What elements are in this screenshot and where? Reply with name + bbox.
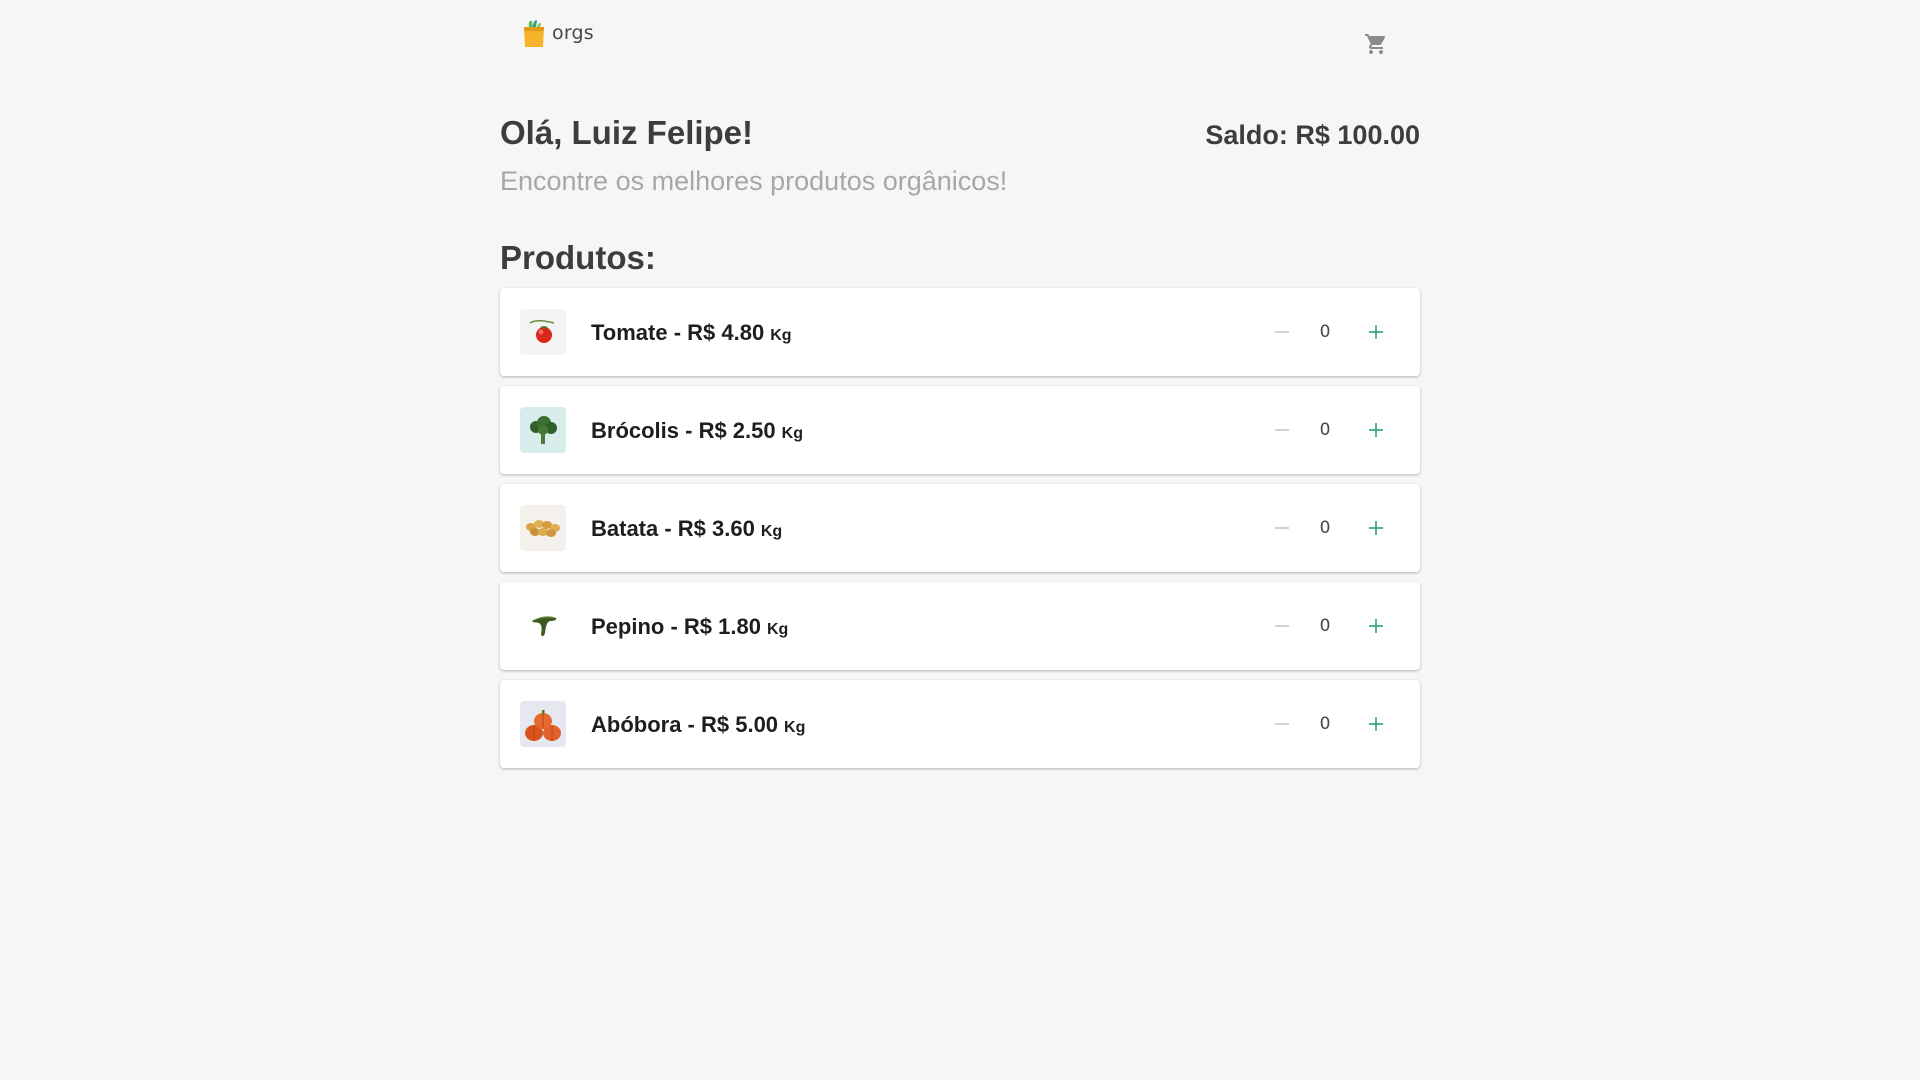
decrease-quantity-button[interactable]: [1268, 318, 1296, 346]
logo[interactable]: orgs: [520, 18, 594, 48]
decrease-quantity-button[interactable]: [1268, 710, 1296, 738]
increase-quantity-button[interactable]: [1362, 612, 1390, 640]
minus-icon: [1275, 331, 1289, 333]
minus-icon: [1275, 429, 1289, 431]
quantity-value: 0: [1319, 420, 1331, 440]
shopping-bag-icon: [524, 20, 544, 47]
quantity-value: 0: [1319, 518, 1331, 538]
product-list: Tomate - R$ 4.80 Kg 0 Brócolis - R$ 2.50…: [500, 288, 1420, 778]
decrease-quantity-button[interactable]: [1268, 514, 1296, 542]
products-heading: Produtos:: [500, 239, 656, 276]
plus-icon: [1369, 325, 1383, 339]
balance-label: Saldo: R$ 100.00: [1205, 120, 1420, 150]
product-card: Abóbora - R$ 5.00 Kg 0: [500, 680, 1420, 768]
increase-quantity-button[interactable]: [1362, 416, 1390, 444]
product-card: Pepino - R$ 1.80 Kg 0: [500, 582, 1420, 670]
decrease-quantity-button[interactable]: [1268, 416, 1296, 444]
product-unit: Kg: [781, 425, 803, 442]
quantity-value: 0: [1319, 616, 1331, 636]
product-name: Pepino - R$ 1.80 Kg: [591, 614, 789, 639]
logo-text: orgs: [552, 22, 594, 44]
product-card: Batata - R$ 3.60 Kg 0: [500, 484, 1420, 572]
decrease-quantity-button[interactable]: [1268, 612, 1296, 640]
broccoli-image: [520, 407, 566, 453]
cucumber-image: [520, 603, 566, 649]
page: orgs Olá, Luiz Felipe! Saldo: R$ 100.00 …: [0, 0, 1920, 1080]
increase-quantity-button[interactable]: [1362, 514, 1390, 542]
greeting-title: Olá, Luiz Felipe!: [500, 114, 754, 151]
cart-button[interactable]: [1362, 30, 1390, 58]
product-name: Abóbora - R$ 5.00 Kg: [591, 712, 806, 737]
product-unit: Kg: [766, 621, 789, 638]
plus-icon: [1369, 521, 1383, 535]
shopping-cart-icon: [1365, 34, 1386, 54]
tomato-image: [520, 309, 566, 355]
minus-icon: [1275, 527, 1289, 529]
increase-quantity-button[interactable]: [1362, 710, 1390, 738]
top-bar: orgs: [0, 0, 1920, 80]
product-unit: Kg: [784, 719, 806, 736]
minus-icon: [1275, 723, 1289, 725]
subtitle: Encontre os melhores produtos orgânicos!: [500, 166, 1008, 196]
quantity-value: 0: [1319, 322, 1331, 342]
product-name: Tomate - R$ 4.80 Kg: [591, 320, 792, 345]
plus-icon: [1369, 423, 1383, 437]
pumpkin-image: [520, 701, 566, 747]
quantity-value: 0: [1319, 714, 1331, 734]
product-unit: Kg: [760, 523, 783, 540]
product-unit: Kg: [770, 327, 792, 344]
product-name: Batata - R$ 3.60 Kg: [591, 516, 783, 541]
increase-quantity-button[interactable]: [1362, 318, 1390, 346]
product-name: Brócolis - R$ 2.50 Kg: [591, 418, 803, 443]
plus-icon: [1369, 717, 1383, 731]
product-card: Brócolis - R$ 2.50 Kg 0: [500, 386, 1420, 474]
product-card: Tomate - R$ 4.80 Kg 0: [500, 288, 1420, 376]
potato-image: [520, 505, 566, 551]
minus-icon: [1275, 625, 1289, 627]
plus-icon: [1369, 619, 1383, 633]
